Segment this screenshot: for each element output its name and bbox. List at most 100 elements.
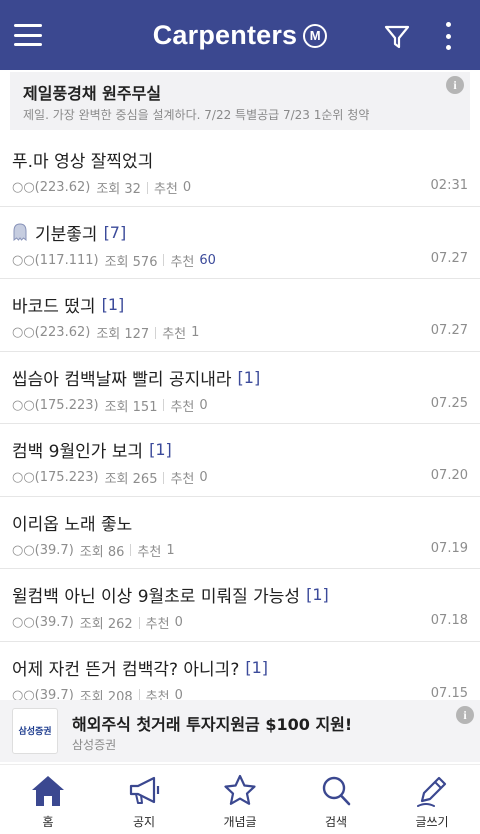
view-count: 조회 576: [104, 254, 158, 270]
view-count: 조회 151: [104, 399, 158, 415]
likes-label: 추천: [153, 182, 178, 197]
view-count: 조회 86: [79, 544, 125, 560]
likes-label: 추천: [162, 327, 187, 342]
post-list-item[interactable]: 윌컴백 아닌 이상 9월초로 미뤄질 가능성 [1] ○○(39.7) 조회 262 추…: [0, 569, 480, 642]
post-author: ○○(39.7): [12, 615, 74, 630]
meta-divider: [155, 326, 157, 339]
like-count: 1: [191, 325, 200, 340]
post-meta: ○○(223.62) 조회 127 추천 1: [12, 323, 199, 342]
post-date: 07.27: [430, 250, 468, 266]
post-list-item[interactable]: 이리옵 노래 좋노 ○○(39.7) 조회 86 추천 1 07.19: [0, 497, 480, 569]
post-list-item[interactable]: 푸.마 영상 잘찍었긔 ○○(223.62) 조회 32 추천 0 02:31: [0, 134, 480, 207]
comment-count: [1]: [237, 367, 261, 387]
post-date: 07.15: [430, 685, 468, 701]
like-count: 0: [199, 470, 208, 485]
notice-title: 제일풍경채 원주무실: [23, 84, 162, 103]
bottom-tab-bar: 홈 공지 개념글 검색 글쓰기: [0, 764, 480, 834]
comment-count: [1]: [101, 295, 125, 314]
post-list-item[interactable]: 바코드 떴긔 [1] ○○(223.62) 조회 127 추천 1 07.27: [0, 279, 480, 352]
meta-divider: [138, 616, 140, 629]
notice-banner[interactable]: 제일풍경채 원주무실 제일. 가장 완벽한 중심을 설계하다. 7/22 특별공…: [10, 72, 470, 130]
like-count: 0: [199, 397, 208, 413]
tab-home[interactable]: 홈: [0, 765, 96, 834]
meta-divider: [130, 544, 132, 556]
like-count: 0: [182, 180, 192, 195]
post-author: ○○(175.223): [12, 397, 99, 413]
post-date: 07.20: [430, 468, 468, 483]
post-author: ○○(175.223): [12, 470, 99, 485]
post-meta: ○○(117.111) 조회 576 추천 60: [12, 251, 216, 270]
post-title: 바코드 떴긔: [12, 297, 96, 317]
likes-label: 추천: [170, 399, 195, 415]
view-count: 조회 265: [104, 472, 158, 487]
post-meta: ○○(175.223) 조회 265 추천 0: [12, 468, 208, 487]
comment-count: [1]: [306, 585, 329, 604]
ad-info-icon[interactable]: i: [456, 706, 474, 724]
like-count: 60: [199, 252, 216, 268]
likes-label: 추천: [137, 544, 162, 560]
advertiser-logo: 삼성증권: [12, 708, 58, 754]
post-title: 어제 자컨 뜬거 컴백각? 아니긔?: [12, 659, 240, 680]
tab-write[interactable]: 글쓰기: [384, 765, 480, 834]
post-title: 컴백 9월인가 보긔: [12, 442, 144, 462]
post-date: 07.25: [430, 395, 468, 411]
post-title-row: 컴백 9월인가 보긔 [1]: [12, 437, 172, 462]
tab-search-label: 검색: [324, 815, 348, 829]
ad-banner[interactable]: 삼성증권 해외주식 첫거래 투자지원금 $100 지원! 삼성증권 i: [0, 700, 480, 762]
post-title: 푸.마 영상 잘찍었긔: [12, 152, 154, 172]
post-date: 07.27: [430, 323, 468, 338]
like-count: 1: [166, 542, 175, 558]
home-icon: [32, 776, 64, 806]
post-author: ○○(117.111): [12, 252, 99, 268]
tab-notice[interactable]: 공지: [96, 765, 192, 834]
post-meta: ○○(223.62) 조회 32 추천 0: [12, 178, 191, 197]
search-icon: [322, 776, 351, 806]
comment-count: [1]: [245, 657, 269, 677]
megaphone-icon: [129, 776, 160, 804]
like-count: 0: [174, 615, 183, 630]
comment-count: [1]: [149, 440, 172, 459]
meta-divider: [146, 181, 148, 194]
app-title: Carpenters: [152, 20, 298, 50]
logo-badge: M: [303, 23, 328, 48]
tab-write-label: 글쓰기: [415, 815, 449, 829]
star-icon: [224, 774, 256, 805]
tab-best-label: 개념글: [223, 815, 257, 829]
tab-search[interactable]: 검색: [288, 765, 384, 834]
post-list-item[interactable]: 컴백 9월인가 보긔 [1] ○○(175.223) 조회 265 추천 0 07.20: [0, 424, 480, 497]
post-title: 기분좋긔: [35, 224, 98, 245]
post-title-row: 이리옵 노래 좋노: [12, 510, 132, 535]
post-meta: ○○(39.7) 조회 262 추천 0: [12, 613, 183, 632]
likes-label: 추천: [170, 472, 195, 487]
post-list-item[interactable]: 기분좋긔 [7] ○○(117.111) 조회 576 추천 60 07.27: [0, 207, 480, 279]
post-title-row: 푸.마 영상 잘찍었긔: [12, 147, 153, 172]
more-options-icon[interactable]: [443, 22, 453, 50]
post-title: 이리옵 노래 좋노: [12, 514, 133, 535]
tab-home-label: 홈: [42, 815, 54, 829]
post-author: ○○(223.62): [12, 180, 91, 195]
post-meta: ○○(39.7) 조회 86 추천 1: [12, 541, 175, 560]
comment-count: [7]: [103, 222, 127, 242]
view-count: 조회 32: [96, 182, 141, 197]
post-list-item[interactable]: 씹슴아 컴백날짜 빨리 공지내라 [1] ○○(175.223) 조회 151 추천 0 0…: [0, 352, 480, 424]
view-count: 조회 127: [96, 327, 150, 342]
view-count: 조회 262: [79, 617, 133, 632]
post-title-row: 윌컴백 아닌 이상 9월초로 미뤄질 가능성 [1]: [12, 582, 329, 607]
post-title-row: 어제 자컨 뜬거 컴백각? 아니긔? [1]: [12, 655, 268, 680]
info-icon[interactable]: i: [446, 76, 464, 94]
filter-icon[interactable]: [384, 24, 410, 50]
ghost-icon: [13, 223, 27, 241]
notice-subtitle: 제일. 가장 완벽한 중심을 설계하다. 7/22 특별공급 7/23 1순위 …: [23, 108, 370, 122]
post-title: 씹슴아 컴백날짜 빨리 공지내라: [12, 369, 232, 390]
post-title-row: 씹슴아 컴백날짜 빨리 공지내라 [1]: [12, 365, 260, 390]
meta-divider: [163, 254, 165, 266]
ad-title: 해외주식 첫거래 투자지원금 $100 지원!: [72, 715, 353, 734]
post-date: 07.18: [430, 613, 468, 628]
tab-best[interactable]: 개념글: [192, 765, 288, 834]
app-header: Carpenters M: [0, 0, 480, 70]
post-date: 07.19: [430, 540, 468, 556]
post-title: 윌컴백 아닌 이상 9월초로 미뤄질 가능성: [12, 587, 301, 607]
post-author: ○○(223.62): [12, 325, 91, 340]
likes-label: 추천: [170, 254, 195, 270]
meta-divider: [163, 399, 165, 411]
